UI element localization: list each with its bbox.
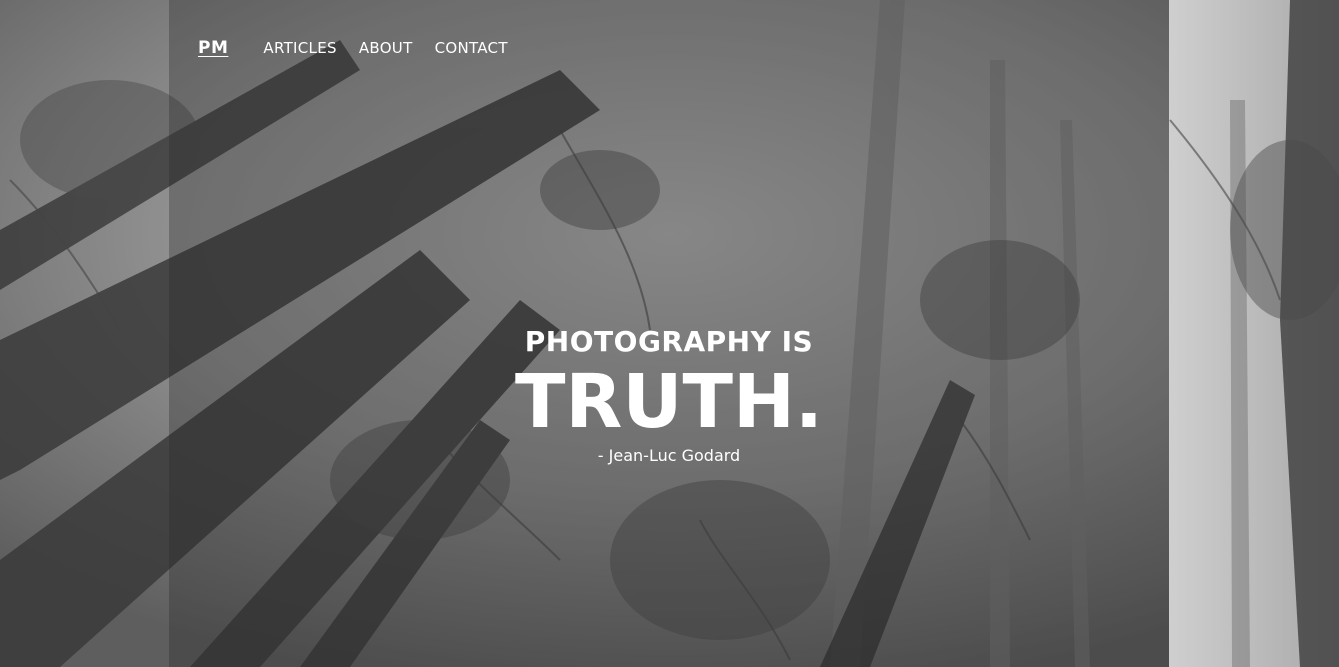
nav-link-about[interactable]: ABOUT <box>359 39 413 57</box>
quote-heading-line1: PHOTOGRAPHY IS <box>524 325 814 358</box>
nav-links: ARTICLES ABOUT CONTACT <box>263 39 507 57</box>
hero-section: PM ARTICLES ABOUT CONTACT PHOTOGRAPHY IS… <box>0 0 1339 667</box>
quote-attribution: - Jean-Luc Godard <box>597 446 741 465</box>
quote-heading-line2: TRUTH. <box>514 359 824 445</box>
brand-logo-link[interactable]: PM <box>198 38 228 58</box>
main-navigation: PM ARTICLES ABOUT CONTACT <box>198 38 508 58</box>
nav-link-articles[interactable]: ARTICLES <box>263 39 336 57</box>
nav-link-contact[interactable]: CONTACT <box>435 39 508 57</box>
hero-quote: PHOTOGRAPHY IS TRUTH. - Jean-Luc Godard <box>419 320 919 466</box>
